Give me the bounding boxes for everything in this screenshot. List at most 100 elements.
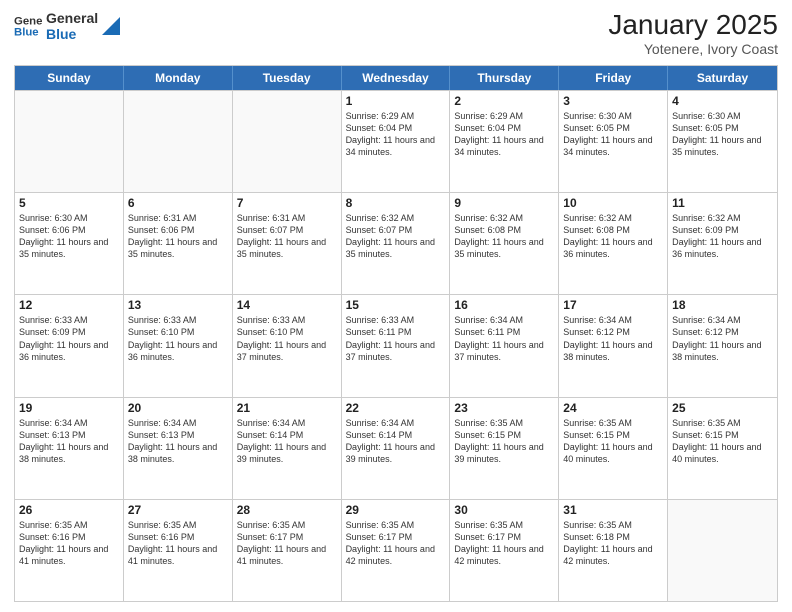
day-info: Sunrise: 6:33 AM Sunset: 6:11 PM Dayligh…: [346, 314, 446, 363]
day-info: Sunrise: 6:32 AM Sunset: 6:07 PM Dayligh…: [346, 212, 446, 261]
day-number: 2: [454, 94, 554, 108]
day-info: Sunrise: 6:35 AM Sunset: 6:15 PM Dayligh…: [454, 417, 554, 466]
calendar-day-22: 22 Sunrise: 6:34 AM Sunset: 6:14 PM Dayli…: [342, 398, 451, 499]
calendar-day-11: 11Sunrise: 6:32 AM Sunset: 6:09 PM Dayli…: [668, 193, 777, 294]
calendar-day-20: 20 Sunrise: 6:34 AM Sunset: 6:13 PM Dayli…: [124, 398, 233, 499]
calendar-title: January 2025: [608, 10, 778, 41]
day-number: 5: [19, 196, 119, 210]
logo-line2: Blue: [46, 26, 98, 42]
day-info: Sunrise: 6:32 AM Sunset: 6:08 PM Dayligh…: [454, 212, 554, 261]
calendar-day-21: 21 Sunrise: 6:34 AM Sunset: 6:14 PM Dayli…: [233, 398, 342, 499]
calendar-subtitle: Yotenere, Ivory Coast: [608, 41, 778, 57]
day-number: 16: [454, 298, 554, 312]
day-number: 1: [346, 94, 446, 108]
day-info: Sunrise: 6:34 AM Sunset: 6:12 PM Dayligh…: [563, 314, 663, 363]
day-info: Sunrise: 6:30 AM Sunset: 6:05 PM Dayligh…: [672, 110, 773, 159]
calendar-day-19: 19Sunrise: 6:34 AM Sunset: 6:13 PM Dayli…: [15, 398, 124, 499]
calendar-day-14: 14 Sunrise: 6:33 AM Sunset: 6:10 PM Dayli…: [233, 295, 342, 396]
day-number: 29: [346, 503, 446, 517]
calendar-row-2: 12Sunrise: 6:33 AM Sunset: 6:09 PM Dayli…: [15, 294, 777, 396]
calendar-empty-cell: [124, 91, 233, 192]
day-info: Sunrise: 6:30 AM Sunset: 6:06 PM Dayligh…: [19, 212, 119, 261]
calendar-day-1: 1 Sunrise: 6:29 AM Sunset: 6:04 PM Daylig…: [342, 91, 451, 192]
day-info: Sunrise: 6:35 AM Sunset: 6:15 PM Dayligh…: [563, 417, 663, 466]
day-info: Sunrise: 6:35 AM Sunset: 6:18 PM Dayligh…: [563, 519, 663, 568]
day-info: Sunrise: 6:34 AM Sunset: 6:13 PM Dayligh…: [128, 417, 228, 466]
calendar-body: 1 Sunrise: 6:29 AM Sunset: 6:04 PM Daylig…: [15, 90, 777, 601]
day-info: Sunrise: 6:31 AM Sunset: 6:07 PM Dayligh…: [237, 212, 337, 261]
day-info: Sunrise: 6:34 AM Sunset: 6:14 PM Dayligh…: [237, 417, 337, 466]
day-info: Sunrise: 6:30 AM Sunset: 6:05 PM Dayligh…: [563, 110, 663, 159]
day-number: 27: [128, 503, 228, 517]
day-number: 24: [563, 401, 663, 415]
calendar-day-29: 29 Sunrise: 6:35 AM Sunset: 6:17 PM Dayli…: [342, 500, 451, 601]
weekday-header-saturday: Saturday: [668, 66, 777, 90]
calendar: SundayMondayTuesdayWednesdayThursdayFrid…: [14, 65, 778, 602]
day-info: Sunrise: 6:34 AM Sunset: 6:12 PM Dayligh…: [672, 314, 773, 363]
day-number: 31: [563, 503, 663, 517]
calendar-day-23: 23 Sunrise: 6:35 AM Sunset: 6:15 PM Dayli…: [450, 398, 559, 499]
day-number: 9: [454, 196, 554, 210]
weekday-header-tuesday: Tuesday: [233, 66, 342, 90]
day-number: 8: [346, 196, 446, 210]
day-info: Sunrise: 6:35 AM Sunset: 6:17 PM Dayligh…: [346, 519, 446, 568]
day-info: Sunrise: 6:35 AM Sunset: 6:17 PM Dayligh…: [454, 519, 554, 568]
day-number: 10: [563, 196, 663, 210]
day-number: 14: [237, 298, 337, 312]
day-number: 26: [19, 503, 119, 517]
page: General Blue General Blue January 2025 Y…: [0, 0, 792, 612]
svg-text:Blue: Blue: [14, 27, 39, 39]
day-number: 3: [563, 94, 663, 108]
calendar-empty-cell: [668, 500, 777, 601]
weekday-header-thursday: Thursday: [450, 66, 559, 90]
day-number: 7: [237, 196, 337, 210]
day-number: 25: [672, 401, 773, 415]
day-number: 30: [454, 503, 554, 517]
calendar-row-4: 26 Sunrise: 6:35 AM Sunset: 6:16 PM Dayli…: [15, 499, 777, 601]
day-info: Sunrise: 6:34 AM Sunset: 6:14 PM Dayligh…: [346, 417, 446, 466]
calendar-day-30: 30 Sunrise: 6:35 AM Sunset: 6:17 PM Dayli…: [450, 500, 559, 601]
header: General Blue General Blue January 2025 Y…: [14, 10, 778, 57]
day-number: 17: [563, 298, 663, 312]
weekday-header-wednesday: Wednesday: [342, 66, 451, 90]
calendar-day-16: 16 Sunrise: 6:34 AM Sunset: 6:11 PM Dayli…: [450, 295, 559, 396]
day-number: 23: [454, 401, 554, 415]
day-info: Sunrise: 6:34 AM Sunset: 6:13 PM Dayligh…: [19, 417, 119, 466]
day-number: 15: [346, 298, 446, 312]
calendar-day-13: 13Sunrise: 6:33 AM Sunset: 6:10 PM Dayli…: [124, 295, 233, 396]
title-block: January 2025 Yotenere, Ivory Coast: [608, 10, 778, 57]
calendar-header: SundayMondayTuesdayWednesdayThursdayFrid…: [15, 66, 777, 90]
calendar-day-6: 6 Sunrise: 6:31 AM Sunset: 6:06 PM Daylig…: [124, 193, 233, 294]
day-number: 18: [672, 298, 773, 312]
calendar-day-24: 24 Sunrise: 6:35 AM Sunset: 6:15 PM Dayli…: [559, 398, 668, 499]
day-info: Sunrise: 6:34 AM Sunset: 6:11 PM Dayligh…: [454, 314, 554, 363]
day-number: 21: [237, 401, 337, 415]
svg-text:General: General: [14, 15, 42, 27]
day-number: 6: [128, 196, 228, 210]
day-info: Sunrise: 6:29 AM Sunset: 6:04 PM Dayligh…: [346, 110, 446, 159]
day-number: 20: [128, 401, 228, 415]
calendar-day-9: 9 Sunrise: 6:32 AM Sunset: 6:08 PM Daylig…: [450, 193, 559, 294]
calendar-row-1: 5 Sunrise: 6:30 AM Sunset: 6:06 PM Daylig…: [15, 192, 777, 294]
day-number: 22: [346, 401, 446, 415]
day-info: Sunrise: 6:33 AM Sunset: 6:10 PM Dayligh…: [237, 314, 337, 363]
calendar-day-15: 15 Sunrise: 6:33 AM Sunset: 6:11 PM Dayli…: [342, 295, 451, 396]
calendar-empty-cell: [15, 91, 124, 192]
calendar-day-27: 27 Sunrise: 6:35 AM Sunset: 6:16 PM Dayli…: [124, 500, 233, 601]
day-info: Sunrise: 6:29 AM Sunset: 6:04 PM Dayligh…: [454, 110, 554, 159]
calendar-day-18: 18 Sunrise: 6:34 AM Sunset: 6:12 PM Dayli…: [668, 295, 777, 396]
calendar-day-2: 2 Sunrise: 6:29 AM Sunset: 6:04 PM Daylig…: [450, 91, 559, 192]
logo-triangle-icon: [102, 17, 120, 35]
calendar-day-31: 31 Sunrise: 6:35 AM Sunset: 6:18 PM Dayli…: [559, 500, 668, 601]
calendar-row-3: 19Sunrise: 6:34 AM Sunset: 6:13 PM Dayli…: [15, 397, 777, 499]
day-info: Sunrise: 6:33 AM Sunset: 6:10 PM Dayligh…: [128, 314, 228, 363]
calendar-day-4: 4Sunrise: 6:30 AM Sunset: 6:05 PM Daylig…: [668, 91, 777, 192]
day-info: Sunrise: 6:35 AM Sunset: 6:16 PM Dayligh…: [19, 519, 119, 568]
calendar-day-28: 28Sunrise: 6:35 AM Sunset: 6:17 PM Dayli…: [233, 500, 342, 601]
day-info: Sunrise: 6:35 AM Sunset: 6:16 PM Dayligh…: [128, 519, 228, 568]
calendar-day-7: 7 Sunrise: 6:31 AM Sunset: 6:07 PM Daylig…: [233, 193, 342, 294]
day-number: 11: [672, 196, 773, 210]
calendar-day-8: 8 Sunrise: 6:32 AM Sunset: 6:07 PM Daylig…: [342, 193, 451, 294]
day-info: Sunrise: 6:31 AM Sunset: 6:06 PM Dayligh…: [128, 212, 228, 261]
day-number: 12: [19, 298, 119, 312]
